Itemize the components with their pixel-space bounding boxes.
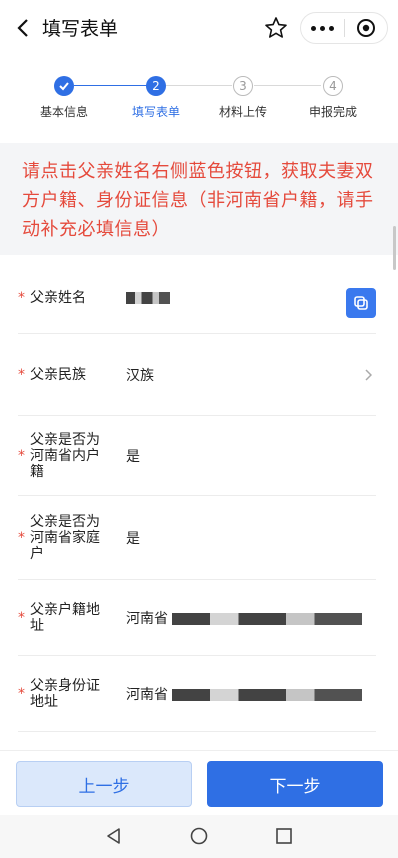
scrollbar[interactable]: [393, 226, 396, 270]
field-value: 河南省: [126, 684, 376, 704]
father-hukou-address-row[interactable]: * 父亲户籍地址 河南省: [18, 580, 376, 656]
page-title: 填写表单: [42, 18, 119, 40]
field-label: 父亲是否为河南省内户籍: [30, 431, 100, 480]
progress-steps: 基本信息 2 填写表单 3 材料上传 4 申报完成: [0, 76, 398, 132]
step-number: 4: [323, 76, 343, 96]
checkmark-icon: [54, 76, 74, 96]
step-basic-info: 基本信息: [24, 76, 104, 120]
chevron-right-icon: [365, 368, 372, 381]
field-label: 父亲身份证地址: [30, 677, 100, 710]
field-value: 是: [126, 530, 140, 547]
bottom-action-bar: 上一步 下一步: [0, 750, 398, 820]
step-label: 填写表单: [131, 105, 180, 119]
address-prefix: 河南省: [126, 686, 168, 703]
fetch-info-button[interactable]: [346, 288, 376, 318]
system-home-icon[interactable]: [190, 827, 208, 845]
father-id-address-row[interactable]: * 父亲身份证地址 河南省: [18, 656, 376, 732]
field-label: 父亲户籍地址: [30, 601, 100, 634]
field-label: 父亲姓名: [30, 289, 86, 306]
previous-step-button[interactable]: 上一步: [16, 761, 192, 807]
step-complete: 4 申报完成: [293, 76, 373, 120]
instruction-notice: 请点击父亲姓名右侧蓝色按钮，获取夫妻双方户籍、身份证信息（非河南省户籍，请手动补…: [0, 143, 398, 255]
required-mark: *: [18, 366, 25, 383]
form-list: * 父亲姓名 * 父亲民族 汉族 * 父亲是否为河南省内户籍 是 * 父亲是否为…: [18, 262, 376, 732]
redacted-text: [126, 291, 170, 304]
required-mark: *: [18, 289, 25, 306]
step-fill-form: 2 填写表单: [116, 76, 196, 120]
redacted-text: [172, 612, 363, 625]
system-navigation-bar: [0, 815, 398, 858]
required-mark: *: [18, 609, 25, 626]
close-target-icon[interactable]: [345, 13, 387, 43]
star-icon[interactable]: [264, 16, 288, 40]
back-arrow-icon[interactable]: [14, 18, 34, 38]
redacted-text: [172, 688, 363, 701]
father-name-row[interactable]: * 父亲姓名: [18, 262, 376, 334]
father-henan-family-row[interactable]: * 父亲是否为河南省家庭户 是: [18, 496, 376, 580]
mini-program-capsule: [300, 12, 388, 44]
field-label: 父亲民族: [30, 366, 86, 383]
top-nav-bar: 填写表单: [0, 0, 398, 56]
step-label: 材料上传: [218, 105, 267, 119]
copy-icon: [354, 296, 368, 310]
notice-text: 请点击父亲姓名右侧蓝色按钮，获取夫妻双方户籍、身份证信息（非河南省户籍，请手动补…: [22, 161, 374, 240]
step-number: 2: [146, 76, 166, 96]
field-value: [126, 290, 376, 306]
field-value: 汉族: [126, 367, 154, 384]
father-henan-hukou-row[interactable]: * 父亲是否为河南省内户籍 是: [18, 416, 376, 496]
system-back-icon[interactable]: [105, 827, 123, 845]
field-label: 父亲是否为河南省家庭户: [30, 513, 100, 562]
field-value: 河南省: [126, 608, 376, 628]
step-number: 3: [233, 76, 253, 96]
required-mark: *: [18, 685, 25, 702]
step-label: 申报完成: [308, 105, 357, 119]
father-ethnicity-row[interactable]: * 父亲民族 汉族: [18, 334, 376, 416]
required-mark: *: [18, 447, 25, 464]
field-value: 是: [126, 448, 140, 465]
address-prefix: 河南省: [126, 610, 168, 627]
system-recent-apps-icon[interactable]: [275, 827, 293, 845]
next-step-button[interactable]: 下一步: [207, 761, 383, 807]
more-icon[interactable]: [301, 13, 344, 43]
required-mark: *: [18, 529, 25, 546]
step-upload: 3 材料上传: [203, 76, 283, 120]
step-label: 基本信息: [39, 105, 88, 119]
